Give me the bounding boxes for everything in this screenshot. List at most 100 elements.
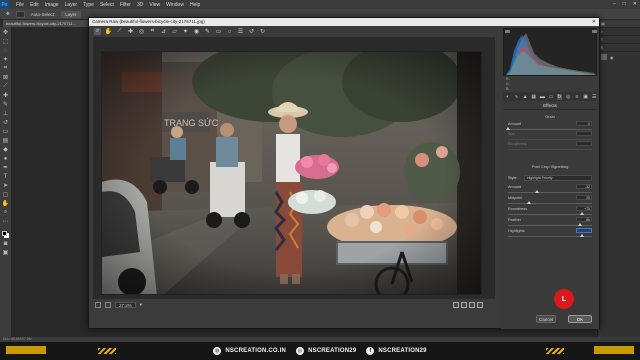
auto-select-checkbox[interactable] <box>15 10 25 18</box>
color-swatches[interactable] <box>2 231 9 238</box>
slider-value-field[interactable]: 25 <box>576 195 592 200</box>
properties-panel-tab[interactable]: ▦ <box>598 20 640 28</box>
slider-track[interactable] <box>508 192 592 193</box>
zoom-level-dropdown[interactable]: 27.2% <box>115 302 136 308</box>
menu-edit[interactable]: Edit <box>27 2 42 8</box>
vignette-highlights-slider[interactable]: Highlights <box>508 228 592 240</box>
swap-settings-icon[interactable] <box>461 302 467 308</box>
slider-thumb[interactable] <box>579 212 584 215</box>
color-sampler-icon[interactable]: ✚ <box>127 28 134 35</box>
layer-row[interactable]: ◉ <box>598 52 640 62</box>
transform-icon[interactable]: ▱ <box>171 28 178 35</box>
pen-icon[interactable]: ✒ <box>2 164 10 171</box>
slider-value-field[interactable]: 0 <box>576 121 592 126</box>
chevron-down-icon[interactable]: ▾ <box>140 302 142 308</box>
slider-value-field[interactable] <box>576 228 592 233</box>
crop-tool-icon[interactable]: ⌗ <box>149 28 156 35</box>
hand-tool-icon[interactable]: ✋ <box>105 28 112 35</box>
slider-value-field[interactable]: -32 <box>576 184 592 189</box>
maximize-icon[interactable]: □ <box>623 1 626 7</box>
healing-brush-icon[interactable]: ✚ <box>2 92 10 99</box>
before-after-view-icon[interactable] <box>453 302 459 308</box>
slider-thumb[interactable] <box>579 234 584 237</box>
slider-thumb[interactable] <box>527 201 531 204</box>
slider-value-field[interactable]: +75 <box>576 206 592 211</box>
adjustments-panel-tab[interactable]: ◐ <box>598 28 640 36</box>
zoom-in-icon[interactable] <box>105 302 111 308</box>
snapshots-icon[interactable]: ▣ <box>583 94 589 100</box>
brush-icon[interactable]: ✎ <box>2 101 10 108</box>
frame-icon[interactable]: ⊠ <box>2 74 10 81</box>
split-toning-icon[interactable]: ▬ <box>540 94 546 100</box>
lasso-icon[interactable]: ◌ <box>2 47 10 54</box>
zoom-icon[interactable]: ⌕ <box>2 209 10 216</box>
menu-window[interactable]: Window <box>163 2 187 8</box>
minimize-icon[interactable]: – <box>613 1 616 7</box>
gradient-icon[interactable]: ▤ <box>2 137 10 144</box>
dodge-icon[interactable]: ● <box>2 155 10 162</box>
presets-icon[interactable]: ≡ <box>574 94 580 100</box>
hsl-panel-icon[interactable]: ▦ <box>531 94 537 100</box>
zoom-tool-icon[interactable]: ⌕ <box>94 28 101 35</box>
rectangle-icon[interactable]: ▢ <box>2 191 10 198</box>
slider-value-field[interactable]: 86 <box>576 217 592 222</box>
more-tools-icon[interactable]: ⋯ <box>2 218 10 225</box>
move-tool-icon[interactable]: ✥ <box>6 11 10 17</box>
quick-mask-icon[interactable]: ◙ <box>2 240 10 247</box>
paragraph-panel-tab[interactable]: ¶ <box>598 44 640 52</box>
history-brush-icon[interactable]: ↺ <box>2 119 10 126</box>
clone-stamp-icon[interactable]: ⊥ <box>2 110 10 117</box>
red-eye-icon[interactable]: ◉ <box>193 28 200 35</box>
spot-removal-icon[interactable]: ✦ <box>182 28 189 35</box>
slider-track[interactable] <box>508 129 592 130</box>
targeted-adjustment-icon[interactable]: ◎ <box>138 28 145 35</box>
panel-menu-icon[interactable]: ☰ <box>591 94 597 100</box>
menu-help[interactable]: Help <box>187 2 203 8</box>
dialog-close-icon[interactable]: ✕ <box>592 18 596 26</box>
slider-thumb[interactable] <box>578 223 583 226</box>
menu-layer[interactable]: Layer <box>62 2 81 8</box>
move-icon[interactable]: ✥ <box>2 29 10 36</box>
menu-filter[interactable]: Filter <box>117 2 134 8</box>
menu-image[interactable]: Image <box>42 2 62 8</box>
preferences-icon[interactable]: ☰ <box>237 28 244 35</box>
menu-view[interactable]: View <box>146 2 163 8</box>
auto-select-target-dropdown[interactable]: Layer <box>61 10 81 18</box>
menu-type[interactable]: Type <box>80 2 97 8</box>
zoom-out-icon[interactable] <box>95 302 101 308</box>
effects-panel-icon[interactable]: fx <box>556 93 563 100</box>
menu-select[interactable]: Select <box>97 2 117 8</box>
eyedropper-icon[interactable]: ⟋ <box>2 83 10 90</box>
detail-panel-icon[interactable]: ▲ <box>522 94 528 100</box>
close-window-icon[interactable]: ✕ <box>633 1 637 7</box>
graduated-filter-icon[interactable]: ▭ <box>215 28 222 35</box>
marquee-icon[interactable]: ⬚ <box>2 38 10 45</box>
menu-file[interactable]: File <box>13 2 27 8</box>
foreground-color-swatch[interactable] <box>2 231 7 236</box>
libraries-panel-tab[interactable]: ≡ <box>598 36 640 44</box>
path-selection-icon[interactable]: ➤ <box>2 182 10 189</box>
menu-3d[interactable]: 3D <box>134 2 146 8</box>
hand-icon[interactable]: ✋ <box>2 200 10 207</box>
basic-panel-icon[interactable]: ◐ <box>505 94 511 100</box>
screen-mode-icon[interactable]: ▣ <box>2 249 10 256</box>
toggle-defaults-icon[interactable] <box>477 302 483 308</box>
adjustment-brush-icon[interactable]: ✎ <box>204 28 211 35</box>
ok-button[interactable]: OK <box>568 315 592 323</box>
rotate-right-icon[interactable]: ↻ <box>259 28 266 35</box>
magic-wand-icon[interactable]: ✦ <box>2 56 10 63</box>
tone-curve-icon[interactable]: ∿ <box>514 94 520 100</box>
white-balance-icon[interactable]: ⟋ <box>116 28 123 35</box>
slider-thumb[interactable] <box>534 190 539 193</box>
radial-filter-icon[interactable]: ○ <box>226 28 233 35</box>
straighten-icon[interactable]: ⊿ <box>160 28 167 35</box>
document-tab[interactable]: beautiful-flowers-bicycle-city-2175711..… <box>3 20 89 27</box>
copy-settings-icon[interactable] <box>469 302 475 308</box>
crop-icon[interactable]: ⌗ <box>2 65 10 72</box>
blur-icon[interactable]: ◆ <box>2 146 10 153</box>
type-icon[interactable]: T <box>2 173 10 180</box>
vignette-style-dropdown[interactable]: Highlight Priority <box>524 175 592 181</box>
rotate-left-icon[interactable]: ↺ <box>248 28 255 35</box>
cancel-button[interactable]: Cancel <box>536 315 556 323</box>
lens-corrections-icon[interactable]: ▭ <box>548 94 554 100</box>
